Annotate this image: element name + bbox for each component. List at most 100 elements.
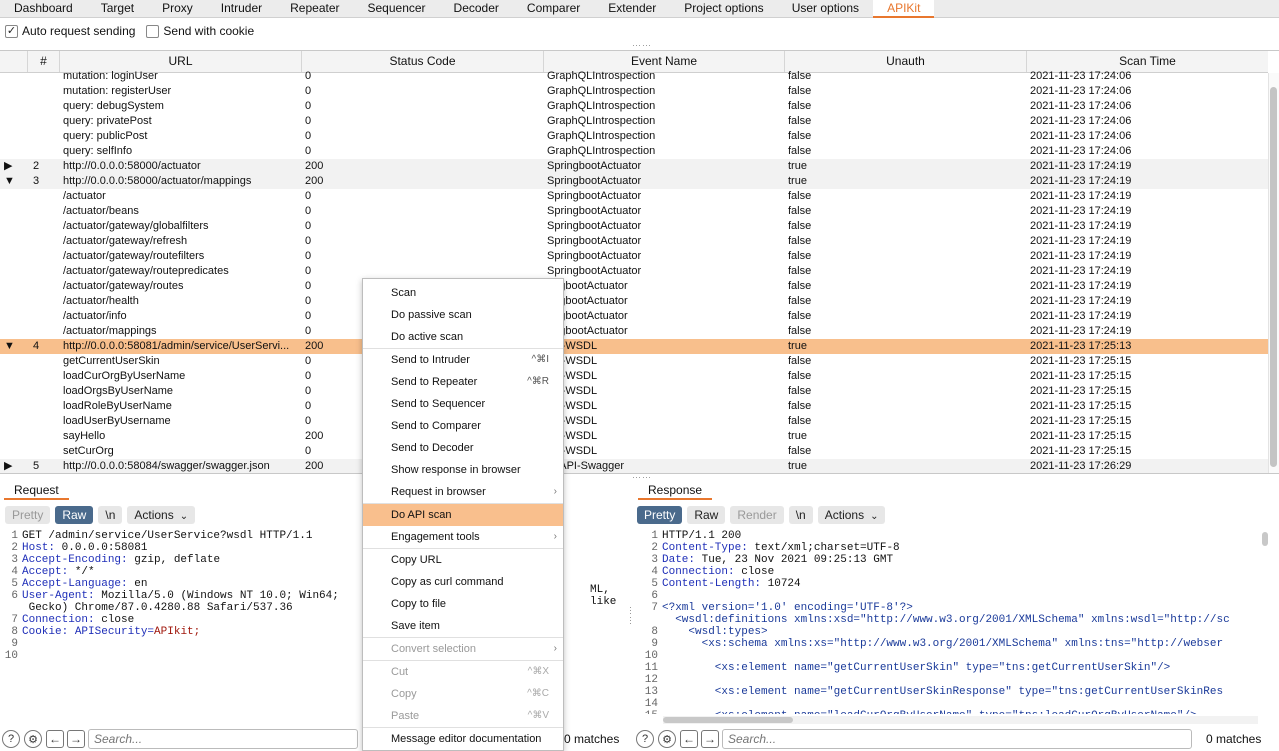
- row-toggle-icon[interactable]: ▶: [4, 459, 24, 473]
- row-toggle-icon[interactable]: [4, 384, 24, 399]
- request-code[interactable]: GET /admin/service/UserService?wsdl HTTP…: [22, 530, 339, 662]
- help-icon[interactable]: ?: [2, 730, 20, 748]
- row-toggle-icon[interactable]: [4, 144, 24, 159]
- menu-item-send-to-decoder[interactable]: Send to Decoder: [363, 437, 563, 459]
- menu-item-copy-url[interactable]: Copy URL: [363, 549, 563, 571]
- menu-item-do-active-scan[interactable]: Do active scan: [363, 326, 563, 348]
- menu-item-copy[interactable]: Copy ^⌘C: [363, 683, 563, 705]
- row-toggle-icon[interactable]: [4, 69, 24, 84]
- request-actions-button[interactable]: Actions ⌄: [127, 506, 196, 524]
- table-row[interactable]: loadOrgsByUserName 0 AP-WSDL false 2021-11-2…: [0, 384, 1268, 399]
- response-hscrollbar[interactable]: [663, 716, 1258, 724]
- tab-apikit[interactable]: APIKit: [873, 0, 935, 18]
- request-search-input[interactable]: [88, 729, 358, 749]
- split-grip-icon[interactable]: ⋯⋯: [626, 606, 636, 626]
- table-row[interactable]: ▼ 3 http://0.0.0.0:58000/actuator/mappings…: [0, 174, 1268, 189]
- menu-item-copy-as-curl-command[interactable]: Copy as curl command: [363, 571, 563, 593]
- checkbox-checked-icon[interactable]: ✓: [5, 24, 18, 38]
- row-toggle-icon[interactable]: [4, 234, 24, 249]
- gear-icon[interactable]: ⚙: [658, 730, 676, 748]
- table-row[interactable]: /actuator/gateway/globalfilters 0 Springbo…: [0, 219, 1268, 234]
- table-row[interactable]: query: privatePost 0 GraphQLIntrospection f…: [0, 114, 1268, 129]
- request-title[interactable]: Request: [4, 480, 69, 500]
- response-search-input[interactable]: [722, 729, 1192, 749]
- table-row[interactable]: /actuator/gateway/routepredicates 0 Spring…: [0, 264, 1268, 279]
- row-toggle-icon[interactable]: [4, 324, 24, 339]
- tab-user-options[interactable]: User options: [778, 0, 873, 18]
- menu-item-show-response-in-browser[interactable]: Show response in browser: [363, 459, 563, 481]
- table-scrollbar[interactable]: [1268, 73, 1279, 473]
- menu-item-request-in-browser[interactable]: Request in browser ›: [363, 481, 563, 503]
- response-code[interactable]: HTTP/1.1 200 Content-Type: text/xml;chars…: [662, 530, 1230, 714]
- request-newline-button[interactable]: \n: [98, 506, 123, 524]
- response-vscroll-thumb[interactable]: [1262, 532, 1268, 546]
- row-toggle-icon[interactable]: [4, 249, 24, 264]
- row-toggle-icon[interactable]: [4, 354, 24, 369]
- tab-comparer[interactable]: Comparer: [513, 0, 594, 18]
- table-row[interactable]: /actuator/health 0 ringbootActuator false 20…: [0, 294, 1268, 309]
- row-toggle-icon[interactable]: [4, 84, 24, 99]
- table-row[interactable]: query: debugSystem 0 GraphQLIntrospection f…: [0, 99, 1268, 114]
- row-toggle-icon[interactable]: [4, 129, 24, 144]
- tab-decoder[interactable]: Decoder: [440, 0, 513, 18]
- checkbox-unchecked-icon[interactable]: [146, 24, 160, 38]
- tab-extender[interactable]: Extender: [594, 0, 670, 18]
- response-render-button[interactable]: Render: [730, 506, 784, 524]
- response-actions-button[interactable]: Actions ⌄: [817, 506, 886, 524]
- tab-repeater[interactable]: Repeater: [276, 0, 353, 18]
- row-toggle-icon[interactable]: [4, 264, 24, 279]
- table-row[interactable]: loadRoleByUserName 0 AP-WSDL false 2021-11-2…: [0, 399, 1268, 414]
- table-row[interactable]: mutation: registerUser 0 GraphQLIntrospect…: [0, 84, 1268, 99]
- scroll-thumb[interactable]: [663, 717, 793, 723]
- tab-sequencer[interactable]: Sequencer: [354, 0, 440, 18]
- table-row[interactable]: setCurOrg 0 AP-WSDL false 2021-11-23 17:25:1…: [0, 444, 1268, 459]
- tab-target[interactable]: Target: [87, 0, 148, 18]
- table-row[interactable]: /actuator/mappings 0 ringbootActuator false…: [0, 324, 1268, 339]
- arrow-right-icon[interactable]: →: [67, 730, 85, 748]
- menu-item-send-to-comparer[interactable]: Send to Comparer: [363, 415, 563, 437]
- request-raw-button[interactable]: Raw: [55, 506, 94, 524]
- help-icon[interactable]: ?: [636, 730, 654, 748]
- row-toggle-icon[interactable]: [4, 294, 24, 309]
- menu-item-save-item[interactable]: Save item: [363, 615, 563, 637]
- row-toggle-icon[interactable]: [4, 189, 24, 204]
- row-toggle-icon[interactable]: [4, 204, 24, 219]
- response-title[interactable]: Response: [638, 480, 713, 500]
- table-row[interactable]: /actuator/gateway/routes 0 ringbootActuato…: [0, 279, 1268, 294]
- menu-item-do-api-scan[interactable]: Do API scan: [363, 504, 563, 526]
- table-row[interactable]: /actuator/gateway/routefilters 0 Springboo…: [0, 249, 1268, 264]
- menu-item-send-to-intruder[interactable]: Send to Intruder ^⌘I: [363, 349, 563, 371]
- row-toggle-icon[interactable]: [4, 309, 24, 324]
- row-toggle-icon[interactable]: ▼: [4, 339, 24, 354]
- row-toggle-icon[interactable]: [4, 219, 24, 234]
- table-row[interactable]: loadCurOrgByUserName 0 AP-WSDL false 2021-11…: [0, 369, 1268, 384]
- table-row[interactable]: /actuator/info 0 ringbootActuator false 2021…: [0, 309, 1268, 324]
- menu-item-send-to-sequencer[interactable]: Send to Sequencer: [363, 393, 563, 415]
- row-toggle-icon[interactable]: [4, 114, 24, 129]
- arrow-left-icon[interactable]: ←: [46, 730, 64, 748]
- table-row[interactable]: /actuator 0 SpringbootActuator false 2021-11…: [0, 189, 1268, 204]
- menu-item-copy-to-file[interactable]: Copy to file: [363, 593, 563, 615]
- row-toggle-icon[interactable]: ▶: [4, 159, 24, 174]
- gear-icon[interactable]: ⚙: [24, 730, 42, 748]
- row-toggle-icon[interactable]: [4, 369, 24, 384]
- response-pretty-button[interactable]: Pretty: [637, 506, 683, 524]
- response-newline-button[interactable]: \n: [788, 506, 813, 524]
- table-row[interactable]: sayHello 200 AP-WSDL true 2021-11-23 17:25:1…: [0, 429, 1268, 444]
- table-row[interactable]: query: selfInfo 0 GraphQLIntrospection fals…: [0, 144, 1268, 159]
- menu-item-engagement-tools[interactable]: Engagement tools ›: [363, 526, 563, 548]
- menu-item-paste[interactable]: Paste ^⌘V: [363, 705, 563, 727]
- row-toggle-icon[interactable]: [4, 444, 24, 459]
- table-row[interactable]: /actuator/beans 0 SpringbootActuator false 2…: [0, 204, 1268, 219]
- row-toggle-icon[interactable]: [4, 279, 24, 294]
- scroll-thumb[interactable]: [1270, 87, 1277, 467]
- row-toggle-icon[interactable]: [4, 414, 24, 429]
- row-toggle-icon[interactable]: ▼: [4, 174, 24, 189]
- menu-item-cut[interactable]: Cut ^⌘X: [363, 661, 563, 683]
- table-row[interactable]: query: publicPost 0 GraphQLIntrospection fa…: [0, 129, 1268, 144]
- table-row[interactable]: /actuator/gateway/refresh 0 SpringbootActu…: [0, 234, 1268, 249]
- row-toggle-icon[interactable]: [4, 99, 24, 114]
- tab-proxy[interactable]: Proxy: [148, 0, 207, 18]
- tab-dashboard[interactable]: Dashboard: [0, 0, 87, 18]
- response-raw-button[interactable]: Raw: [687, 506, 726, 524]
